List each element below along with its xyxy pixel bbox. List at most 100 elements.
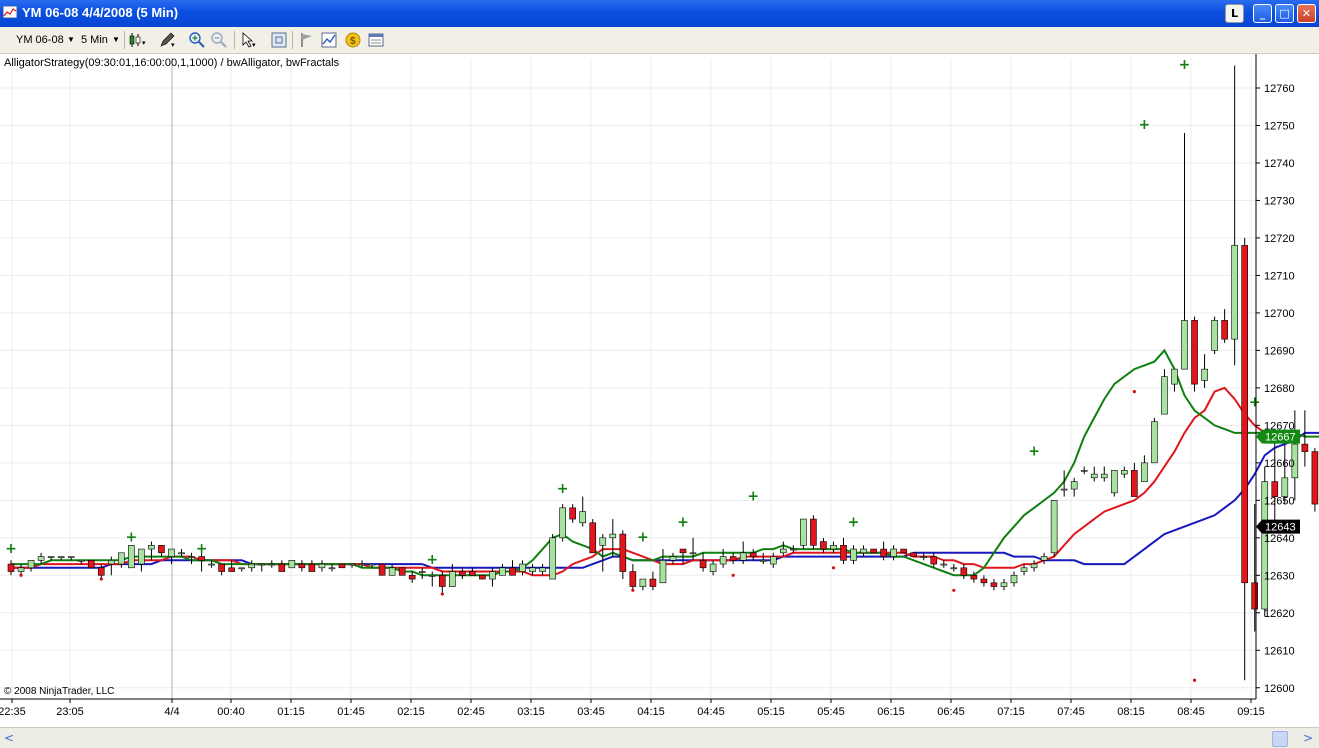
fractal-up-marker: + bbox=[557, 481, 569, 497]
candle-up bbox=[579, 511, 587, 524]
candle-up bbox=[67, 556, 75, 558]
candle-down bbox=[820, 541, 827, 550]
candle-down bbox=[589, 522, 597, 554]
x-tick-label: 04:45 bbox=[697, 706, 725, 718]
horizontal-scrollbar[interactable]: < > bbox=[0, 727, 1319, 748]
candle-down bbox=[870, 548, 877, 554]
candle-down bbox=[1301, 443, 1309, 452]
strategy-icon[interactable]: $ bbox=[344, 31, 362, 49]
candle-up bbox=[1211, 320, 1218, 351]
candle-down bbox=[338, 563, 346, 569]
svg-text:▾: ▾ bbox=[171, 42, 175, 49]
candle-up bbox=[1141, 462, 1148, 482]
candle-up bbox=[1121, 470, 1128, 475]
candle-down bbox=[459, 571, 466, 576]
crosshair-icon[interactable] bbox=[270, 31, 288, 49]
candle-up bbox=[17, 567, 25, 572]
zoom-out-icon[interactable] bbox=[210, 31, 228, 49]
candle-up bbox=[1070, 481, 1078, 490]
candle-up bbox=[529, 567, 536, 572]
candle-up bbox=[1171, 368, 1178, 385]
minimize-button[interactable]: _ bbox=[1253, 4, 1272, 23]
candle-up bbox=[759, 560, 767, 562]
candle-up bbox=[549, 537, 556, 580]
candle-down bbox=[408, 574, 416, 580]
candle-up bbox=[599, 537, 607, 546]
x-tick-label: 07:15 bbox=[997, 706, 1025, 718]
candle-down bbox=[438, 574, 446, 587]
candle-up bbox=[178, 552, 185, 555]
x-tick-label: 4/4 bbox=[164, 706, 179, 718]
candle-up bbox=[77, 560, 85, 562]
scrollbar-thumb[interactable] bbox=[1272, 731, 1288, 747]
x-tick-label: 01:15 bbox=[277, 706, 305, 718]
candle-up bbox=[1100, 473, 1108, 479]
candle-down bbox=[679, 548, 687, 554]
candle-up bbox=[288, 560, 296, 569]
candlestick-icon[interactable]: ▾ bbox=[128, 31, 146, 49]
fractal-down-marker bbox=[99, 577, 103, 581]
candle-down bbox=[298, 563, 306, 569]
candle-up bbox=[950, 567, 958, 570]
candle-up bbox=[328, 567, 336, 570]
candle-down bbox=[198, 556, 205, 561]
instrument-selector[interactable]: YM 06-08 bbox=[16, 32, 64, 48]
data-box-icon[interactable] bbox=[367, 31, 385, 49]
maximize-button[interactable]: □ bbox=[1275, 4, 1294, 23]
candle-down bbox=[619, 533, 627, 572]
candle-up bbox=[57, 556, 65, 558]
price-chart[interactable]: +++++++++++++ 12600126101262012630126401… bbox=[0, 54, 1319, 727]
x-tick-label: 02:15 bbox=[397, 706, 425, 718]
candle-up bbox=[1000, 582, 1008, 587]
last-price-label: 12643 bbox=[1265, 522, 1296, 534]
candle-up bbox=[499, 567, 506, 576]
candle-down bbox=[378, 563, 386, 576]
scroll-right-icon[interactable]: > bbox=[1301, 731, 1315, 745]
link-button[interactable]: L bbox=[1225, 4, 1244, 23]
y-tick-label: 12740 bbox=[1264, 158, 1295, 170]
candle-up bbox=[1161, 376, 1168, 415]
candle-up bbox=[138, 548, 145, 565]
strategy-label: AlligatorStrategy(09:30:01,16:00:00,1,10… bbox=[4, 57, 340, 69]
x-tick-label: 06:45 bbox=[937, 706, 965, 718]
candle-up bbox=[860, 548, 867, 554]
scroll-left-icon[interactable]: < bbox=[2, 731, 16, 745]
candle-up bbox=[108, 560, 115, 565]
y-tick-label: 12660 bbox=[1264, 458, 1295, 470]
fractal-down-marker bbox=[19, 573, 23, 577]
flag-icon[interactable] bbox=[298, 31, 316, 49]
y-tick-label: 12630 bbox=[1264, 570, 1295, 582]
candle-up bbox=[769, 556, 777, 565]
pencil-icon[interactable]: ▾ bbox=[158, 31, 176, 49]
close-button[interactable]: ✕ bbox=[1297, 4, 1316, 23]
candle-down bbox=[7, 563, 15, 572]
interval-selector[interactable]: 5 Min bbox=[81, 32, 108, 48]
instrument-dropdown-icon[interactable]: ▼ bbox=[67, 32, 75, 48]
candle-down bbox=[228, 567, 235, 572]
candle-up bbox=[258, 563, 266, 566]
interval-dropdown-icon[interactable]: ▼ bbox=[112, 32, 120, 48]
candle-up bbox=[559, 507, 566, 539]
candle-down bbox=[1191, 320, 1198, 385]
candle-up bbox=[168, 548, 175, 557]
candle-up bbox=[489, 571, 496, 580]
x-tick-label: 00:40 bbox=[217, 706, 245, 718]
cursor-icon[interactable]: ▾ bbox=[240, 31, 258, 49]
fractal-down-marker bbox=[1192, 678, 1197, 682]
candle-down bbox=[749, 552, 757, 557]
candle-down bbox=[1131, 470, 1138, 497]
zoom-in-icon[interactable] bbox=[188, 31, 206, 49]
x-tick-label: 03:15 bbox=[517, 706, 545, 718]
candle-down bbox=[729, 556, 737, 561]
candle-down bbox=[699, 560, 707, 569]
candle-down bbox=[649, 578, 657, 587]
x-tick-label: 04:15 bbox=[637, 706, 665, 718]
chart-icon[interactable] bbox=[320, 31, 338, 49]
candle-up bbox=[318, 563, 326, 569]
fractal-down-marker bbox=[440, 592, 444, 596]
candle-up bbox=[128, 545, 135, 569]
candle-up bbox=[800, 518, 807, 546]
candle-up bbox=[920, 556, 928, 558]
candle-down bbox=[810, 518, 817, 546]
candle-up bbox=[780, 548, 787, 554]
